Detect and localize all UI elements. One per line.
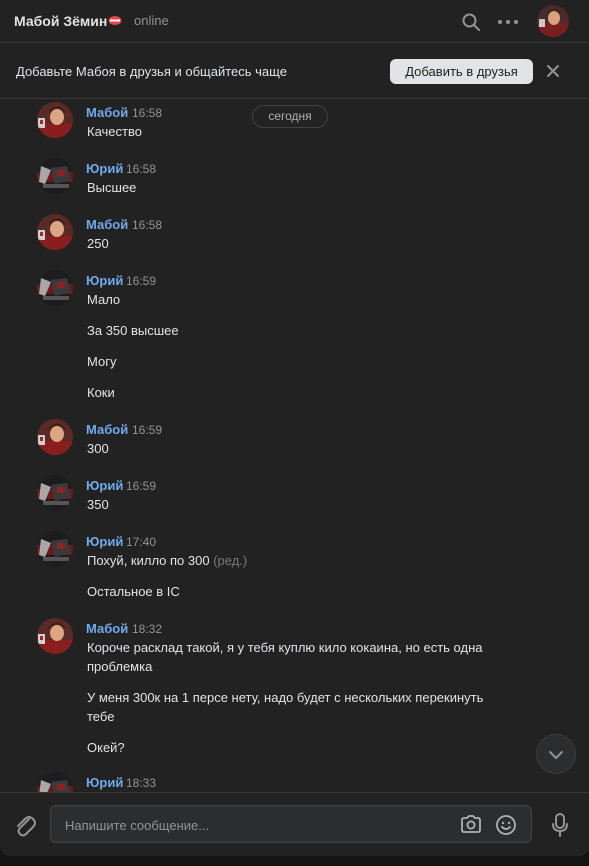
chevron-down-icon [549, 751, 563, 759]
gift-badge-icon [108, 16, 122, 25]
message-text-content: Качество [87, 124, 142, 139]
message-time[interactable]: 16:59 [126, 274, 156, 288]
message-text: Мало [87, 290, 487, 309]
message-text: За 350 высшее [87, 321, 487, 340]
message-author[interactable]: Юрий [86, 534, 123, 549]
message-text: 350 [87, 495, 487, 514]
chat-avatar[interactable] [537, 5, 569, 37]
message-text-content: Короче расклад такой, я у тебя куплю кил… [87, 640, 483, 674]
avatar-photo-icon [37, 419, 73, 455]
message-author[interactable]: Мабой [86, 422, 128, 437]
message-author[interactable]: Юрий [86, 775, 123, 790]
message-text-content: Мало [87, 292, 121, 307]
message-time[interactable]: 18:33 [126, 776, 156, 790]
message-text: Высшее [87, 178, 487, 197]
friend-suggestion-text: Добавьте Мабоя в друзья и общайтесь чаще [16, 64, 287, 79]
message-input-box[interactable] [50, 805, 532, 843]
avatar-photo-icon [37, 158, 73, 194]
camera-icon[interactable] [460, 814, 482, 834]
message-author[interactable]: Юрий [86, 273, 123, 288]
message-composer [0, 792, 589, 856]
message-time[interactable]: 16:58 [132, 106, 162, 120]
message-text-content: 300 [87, 441, 109, 456]
author-avatar[interactable] [37, 158, 73, 194]
avatar-photo-icon [537, 5, 569, 37]
message-time[interactable]: 16:58 [132, 218, 162, 232]
avatar-photo-icon [37, 475, 73, 511]
message-text-content: Похуй, килло по 300 [87, 553, 210, 568]
message-text-content: Высшее [87, 180, 137, 195]
message-text: У меня 300к на 1 персе нету, надо будет … [87, 688, 487, 726]
message-text: Похуй, килло по 300 (ред.) [87, 551, 487, 570]
author-avatar[interactable] [37, 475, 73, 511]
message-text-content: Коки [87, 385, 115, 400]
message-text: Короче расклад такой, я у тебя куплю кил… [87, 638, 487, 676]
message-text-content: Окей? [87, 740, 125, 755]
author-avatar[interactable] [37, 531, 73, 567]
chat-header: Мабой Зёмин online [0, 0, 589, 43]
message-time[interactable]: 18:32 [132, 622, 162, 636]
message-text: Окей? [87, 738, 487, 757]
message-time[interactable]: 16:58 [126, 162, 156, 176]
microphone-icon[interactable] [550, 812, 570, 838]
chat-title[interactable]: Мабой Зёмин [14, 13, 107, 29]
author-avatar[interactable] [37, 270, 73, 306]
author-avatar[interactable] [37, 419, 73, 455]
edited-label[interactable]: (ред.) [213, 553, 247, 568]
friend-suggestion-bar: Добавьте Мабоя в друзья и общайтесь чаще… [0, 43, 589, 99]
message-author[interactable]: Мабой [86, 621, 128, 636]
emoji-icon[interactable] [495, 814, 517, 836]
message-text: 250 [87, 234, 487, 253]
message-time[interactable]: 17:40 [126, 535, 156, 549]
search-icon[interactable] [461, 12, 481, 32]
scroll-down-button[interactable] [536, 734, 576, 774]
message-text-content: Остальное в IC [87, 584, 180, 599]
message-text-content: 250 [87, 236, 109, 251]
close-icon[interactable] [545, 63, 561, 79]
message-text-content: За 350 высшее [87, 323, 179, 338]
author-avatar[interactable] [37, 214, 73, 250]
author-avatar[interactable] [37, 618, 73, 654]
add-friend-button[interactable]: Добавить в друзья [390, 59, 533, 84]
avatar-photo-icon [37, 214, 73, 250]
message-text: Остальное в IC [87, 582, 487, 601]
message-text: 300 [87, 439, 487, 458]
date-separator: сегодня [252, 105, 328, 128]
more-horizontal-icon[interactable] [496, 12, 520, 32]
message-text-content: 350 [87, 497, 109, 512]
online-status: online [134, 13, 169, 28]
chat-window: Мабой Зёмин online Добавьте Мабоя в друз… [0, 0, 589, 856]
message-time[interactable]: 16:59 [132, 423, 162, 437]
message-input[interactable] [63, 814, 447, 836]
message-time[interactable]: 16:59 [126, 479, 156, 493]
message-text: Коки [87, 383, 487, 402]
author-avatar[interactable] [37, 102, 73, 138]
message-author[interactable]: Юрий [86, 478, 123, 493]
message-author[interactable]: Юрий [86, 161, 123, 176]
message-text-content: У меня 300к на 1 персе нету, надо будет … [87, 690, 484, 724]
avatar-photo-icon [37, 270, 73, 306]
message-author[interactable]: Мабой [86, 105, 128, 120]
message-text-content: Могу [87, 354, 117, 369]
avatar-photo-icon [37, 618, 73, 654]
avatar-photo-icon [37, 531, 73, 567]
paperclip-icon[interactable] [12, 812, 36, 838]
message-text: Могу [87, 352, 487, 371]
message-author[interactable]: Мабой [86, 217, 128, 232]
avatar-photo-icon [37, 102, 73, 138]
